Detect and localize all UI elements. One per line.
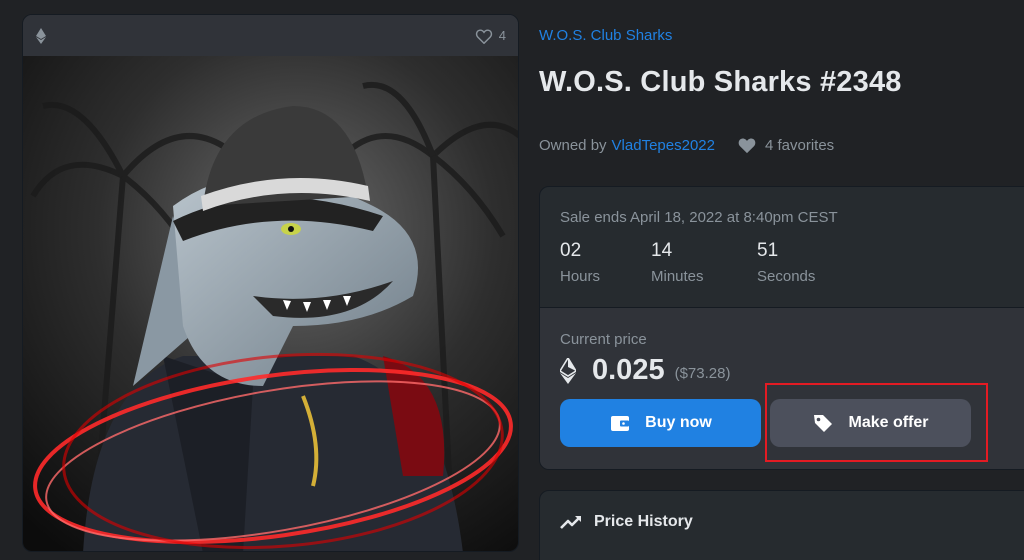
price-row: 0.025 ($73.28) [560,354,1018,387]
media-header: 4 [23,15,518,56]
ethereum-icon [560,357,576,384]
sale-countdown-section: Sale ends April 18, 2022 at 8:40pm CEST … [540,187,1024,308]
sale-panel: Sale ends April 18, 2022 at 8:40pm CEST … [539,186,1024,470]
wallet-icon [609,413,631,433]
countdown-seconds: 51 Seconds [757,240,815,285]
countdown: 02 Hours 14 Minutes 51 Seconds [560,240,1018,285]
action-buttons: Buy now Make offer [560,399,1018,447]
buy-now-label: Buy now [645,414,712,431]
favorites-text: 4 favorites [764,136,835,154]
price-history-panel[interactable]: Price History [539,490,1024,560]
countdown-value: 51 [757,240,779,261]
nft-media-card: 4 [22,14,519,552]
price-history-title: Price History [594,513,693,530]
make-offer-label: Make offer [848,414,929,431]
favorites-count: 4 [498,28,506,43]
favorite-button[interactable]: 4 [475,28,506,44]
ethereum-icon [36,27,46,44]
countdown-label: Seconds [757,268,816,285]
countdown-label: Minutes [651,268,704,285]
countdown-minutes: 14 Minutes [651,240,757,285]
trending-up-icon [560,514,582,530]
owner-row: Owned by VladTepes2022 4 favorites [539,136,834,154]
owned-by-label: Owned by [539,136,607,154]
countdown-value: 14 [651,240,673,261]
current-price-label: Current price [560,331,647,348]
item-title: W.O.S. Club Sharks #2348 [539,66,902,98]
countdown-value: 02 [560,240,582,261]
price-section: Current price 0.025 ($73.28) Buy now Mak… [540,308,1024,469]
price-history-header[interactable]: Price History [540,491,1024,553]
heart-outline-icon [475,28,493,44]
price-eth: 0.025 [592,354,665,386]
sale-ends-text: Sale ends April 18, 2022 at 8:40pm CEST [560,209,838,226]
heart-filled-icon[interactable] [737,136,757,154]
buy-now-button[interactable]: Buy now [560,399,761,447]
tag-icon [812,413,834,433]
countdown-label: Hours [560,268,601,285]
owner-link[interactable]: VladTepes2022 [612,137,715,154]
price-usd: ($73.28) [674,365,731,382]
make-offer-button[interactable]: Make offer [770,399,971,447]
nft-image[interactable] [23,56,518,551]
collection-link[interactable]: W.O.S. Club Sharks [539,27,672,44]
countdown-hours: 02 Hours [560,240,651,285]
